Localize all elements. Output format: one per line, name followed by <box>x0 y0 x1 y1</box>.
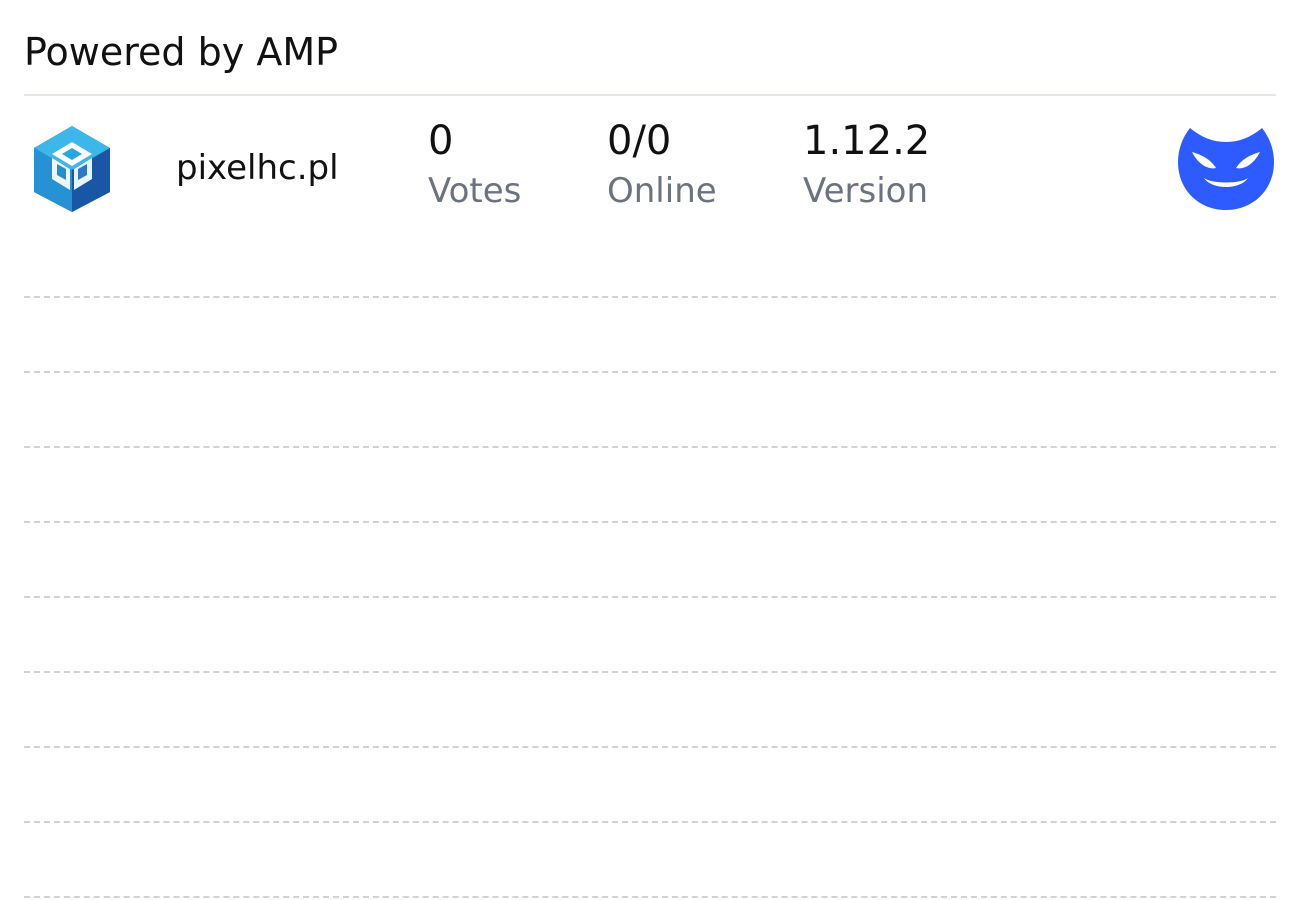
empty-row <box>24 236 1276 298</box>
page-title: Powered by AMP <box>24 30 339 74</box>
devil-face-icon[interactable] <box>1176 122 1276 214</box>
empty-rows <box>24 236 1276 898</box>
pixelhc-cube-logo-icon <box>34 126 110 212</box>
online-stat: 0/0 Online <box>607 118 717 212</box>
empty-row <box>24 823 1276 898</box>
votes-count: 0 <box>428 118 454 164</box>
votes-stat: 0 Votes <box>428 118 521 212</box>
empty-row <box>24 523 1276 598</box>
version-stat: 1.12.2 Version <box>803 118 930 212</box>
online-label: Online <box>607 171 717 211</box>
online-count: 0/0 <box>607 118 672 164</box>
empty-row <box>24 298 1276 373</box>
empty-row <box>24 373 1276 448</box>
server-list-widget: Powered by AMP pixelhc.pl 0 Votes 0/0 On… <box>24 0 1276 898</box>
empty-row <box>24 673 1276 748</box>
server-row[interactable]: pixelhc.pl 0 Votes 0/0 Online 1.12.2 Ver… <box>24 96 1276 236</box>
version-value: 1.12.2 <box>803 118 931 164</box>
empty-row <box>24 748 1276 823</box>
votes-label: Votes <box>428 171 522 211</box>
version-label: Version <box>803 171 929 211</box>
server-name[interactable]: pixelhc.pl <box>176 148 339 188</box>
widget-header: Powered by AMP <box>24 0 1276 96</box>
empty-row <box>24 448 1276 523</box>
empty-row <box>24 598 1276 673</box>
